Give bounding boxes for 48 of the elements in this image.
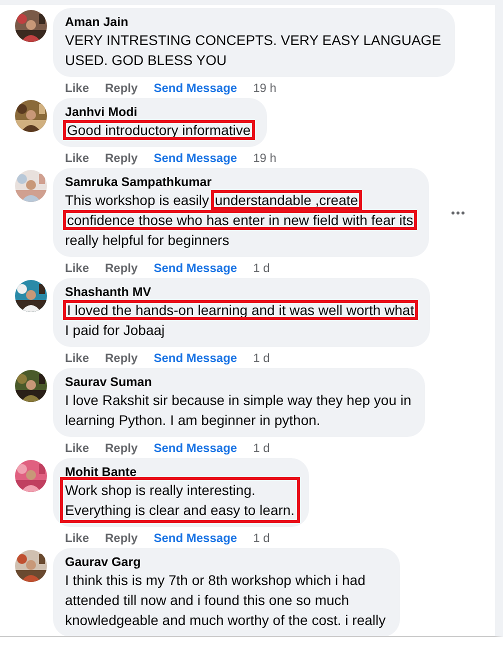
more-icon[interactable] [451,210,466,214]
reply-link[interactable]: Reply [105,530,138,546]
timestamp[interactable]: 1 d [253,530,270,546]
timestamp[interactable]: 1 d [253,260,270,276]
like-link[interactable]: Like [65,260,90,276]
reply-link[interactable]: Reply [105,80,138,96]
author-name[interactable]: Samruka Sampathkumar [65,174,418,190]
comment-text: Everything is clear and easy to learn. [65,502,295,518]
comment-text: I love Rakshit sir because in simple way they hep you in [65,392,412,408]
comment-text: learning Python. I am beginner in python. [65,412,320,428]
timestamp[interactable]: 1 d [253,440,270,456]
send-message-link[interactable]: Send Message [154,260,238,276]
send-message-link[interactable]: Send Message [154,350,238,366]
author-name[interactable]: Shashanth MV [65,284,418,300]
author-name[interactable]: Aman Jain [65,14,444,30]
comment-text: I loved the hands-on learning and it was well worth what [65,302,416,318]
author-name[interactable]: Gaurav Garg [65,554,388,570]
comment-text: knowledgeable and much worthy of the cost. i really [65,612,386,628]
reply-link[interactable]: Reply [105,150,138,166]
like-link[interactable]: Like [65,440,90,456]
author-name[interactable]: Janhvi Modi [65,104,255,120]
reply-link[interactable]: Reply [105,260,138,276]
like-link[interactable]: Like [65,150,90,166]
comment-text: VERY INTRESTING CONCEPTS. VERY EASY LANGUAGE [65,32,442,48]
send-message-link[interactable]: Send Message [154,80,238,96]
author-name[interactable]: Mohit Bante [65,464,297,480]
reply-link[interactable]: Reply [105,350,138,366]
like-link[interactable]: Like [65,80,90,96]
timestamp[interactable]: 19 h [253,150,276,166]
like-link[interactable]: Like [65,350,90,366]
send-message-link[interactable]: Send Message [154,530,238,546]
comment-text: attended till now and i found this one so much [65,592,350,608]
comment-text: USED. GOD BLESS YOU [65,52,227,68]
send-message-link[interactable]: Send Message [154,440,238,456]
comment-text: confidence those who has enter in new field with fear its [65,212,416,228]
timestamp[interactable]: 19 h [253,80,276,96]
timestamp[interactable]: 1 d [253,350,270,366]
comment-text: Good introductory informative [65,122,253,138]
comment-text: Work shop is really interesting. [65,482,256,498]
comment-text: This workshop is easily [65,192,210,208]
send-message-link[interactable]: Send Message [154,150,238,166]
comment-text: I paid for Jobaaj [65,322,165,338]
comment-text: really helpful for beginners [65,232,230,248]
like-link[interactable]: Like [65,530,90,546]
comment-text: I think this is my 7th or 8th workshop which i had [65,572,366,588]
author-name[interactable]: Saurav Suman [65,374,414,390]
comment-text: understandable ,create [212,192,360,208]
reply-link[interactable]: Reply [105,440,138,456]
